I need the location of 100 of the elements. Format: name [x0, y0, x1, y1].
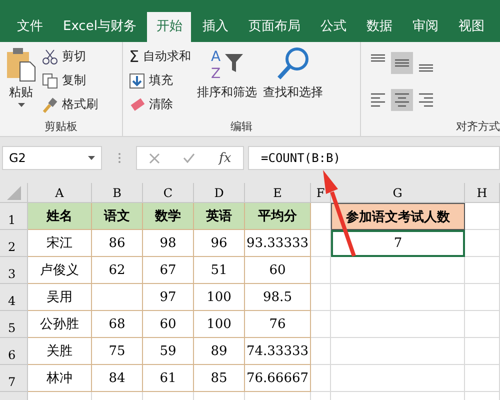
table-cell: 林冲: [28, 365, 92, 392]
ribbon-tab[interactable]: Excel与财务: [54, 12, 146, 42]
ribbon-tab[interactable]: 审阅: [403, 12, 448, 42]
copy-button[interactable]: 复制: [42, 70, 98, 91]
empty-cell: [465, 284, 500, 311]
ribbon-tab[interactable]: 页面布局: [239, 12, 310, 42]
table-cell: 100: [194, 284, 245, 311]
empty-cell: [92, 284, 143, 311]
column-header[interactable]: H: [465, 183, 500, 203]
table-cell: 68: [92, 311, 143, 338]
table-cell: 吴用: [28, 284, 92, 311]
table-cell: 59: [143, 338, 194, 365]
caret-icon[interactable]: [18, 103, 24, 107]
table-cell: 62: [92, 257, 143, 284]
align-icon: [395, 92, 409, 106]
align-icon: [371, 92, 385, 106]
table-cell: 97: [143, 284, 194, 311]
empty-cell: [311, 230, 331, 257]
caret-icon[interactable]: [88, 156, 95, 160]
fill-down-icon: [129, 72, 145, 88]
empty-cell: [465, 311, 500, 338]
align-button[interactable]: [391, 88, 413, 110]
table-cell: 93.33333: [245, 230, 311, 257]
format-painter-button[interactable]: 格式刷: [42, 94, 98, 115]
row-header[interactable]: 2: [0, 230, 28, 257]
table-cell: 89: [194, 338, 245, 365]
row-header[interactable]: 3: [0, 257, 28, 284]
ribbon-tab[interactable]: 视图: [449, 12, 494, 42]
sort-filter-button[interactable]: A Z 排序和筛选: [197, 46, 258, 119]
row-header[interactable]: 4: [0, 284, 28, 311]
table-cell: 英语: [194, 203, 245, 230]
find-select-button[interactable]: 查找和选择: [263, 46, 324, 119]
table-cell: 76.66667: [245, 365, 311, 392]
table-cell: 100: [194, 311, 245, 338]
table-cell: 98: [143, 230, 194, 257]
column-header[interactable]: E: [245, 183, 311, 203]
column-header[interactable]: D: [194, 183, 245, 203]
row-header[interactable]: 6: [0, 338, 28, 365]
formula-field[interactable]: =COUNT(B:B): [248, 146, 500, 170]
ribbon-tab[interactable]: 文件: [8, 12, 52, 42]
paste-button[interactable]: 粘贴: [6, 46, 36, 119]
row-header[interactable]: 5: [0, 311, 28, 338]
group-label: 剪贴板: [44, 119, 78, 134]
table-cell: 关胜: [28, 338, 92, 365]
table-cell: 86: [92, 230, 143, 257]
table-cell: 85: [194, 365, 245, 392]
row-header[interactable]: 1: [0, 203, 28, 230]
insert-function-button[interactable]: fx: [219, 150, 232, 166]
table-cell: 84: [92, 365, 143, 392]
table-cell: 语文: [92, 203, 143, 230]
ribbon-tab[interactable]: 公式: [311, 12, 356, 42]
table-cell: 平均分: [245, 203, 311, 230]
table-cell: 60: [143, 311, 194, 338]
table-cell: 公孙胜: [28, 311, 92, 338]
autosum-button[interactable]: Σ 自动求和: [129, 46, 192, 67]
table-cell: 51: [194, 257, 245, 284]
table-cell: 卢俊义: [28, 257, 92, 284]
table-cell: 98.5: [245, 284, 311, 311]
empty-cell: [311, 284, 331, 311]
table-cell: 67: [143, 257, 194, 284]
table-cell: 96: [194, 230, 245, 257]
column-header[interactable]: G: [331, 183, 465, 203]
column-header[interactable]: C: [143, 183, 194, 203]
empty-cell: [465, 230, 500, 257]
brush-icon: [42, 96, 58, 112]
column-header[interactable]: B: [92, 183, 143, 203]
search-icon: [275, 46, 312, 82]
scissors-icon: [42, 48, 58, 64]
align-icon: [419, 64, 433, 72]
cut-button[interactable]: 剪切: [42, 46, 98, 67]
align-icon: [419, 92, 433, 106]
checkmark-icon[interactable]: [183, 153, 196, 163]
grip-icon: [118, 152, 120, 164]
empty-cell: [465, 257, 500, 284]
sigma-icon: Σ: [129, 47, 140, 66]
align-icon: [371, 54, 385, 62]
align-button[interactable]: [391, 52, 413, 74]
ribbon-tab[interactable]: 数据: [357, 12, 402, 42]
table-cell: 数学: [143, 203, 194, 230]
name-box[interactable]: G2: [2, 146, 102, 170]
ribbon-tab[interactable]: 开始: [147, 12, 192, 42]
clipboard-icon: [6, 46, 36, 82]
empty-cell: [465, 365, 500, 392]
table-cell: 76: [245, 311, 311, 338]
summary-cell: 参加语文考试人数: [331, 203, 465, 230]
empty-cell: [311, 365, 331, 392]
align-icon: [395, 59, 409, 67]
table-cell: 姓名: [28, 203, 92, 230]
column-header[interactable]: A: [28, 183, 92, 203]
clear-button[interactable]: 清除: [129, 94, 192, 115]
group-label: 对齐方式: [455, 119, 500, 134]
table-cell: 75: [92, 338, 143, 365]
table-cell: 74.33333: [245, 338, 311, 365]
empty-cell: [311, 311, 331, 338]
summary-cell: 7: [331, 230, 465, 257]
group-label: 编辑: [230, 119, 254, 134]
copy-icon: [42, 72, 58, 88]
fill-button[interactable]: 填充: [129, 70, 192, 91]
row-header[interactable]: 7: [0, 365, 28, 392]
ribbon-tab[interactable]: 插入: [193, 12, 238, 42]
